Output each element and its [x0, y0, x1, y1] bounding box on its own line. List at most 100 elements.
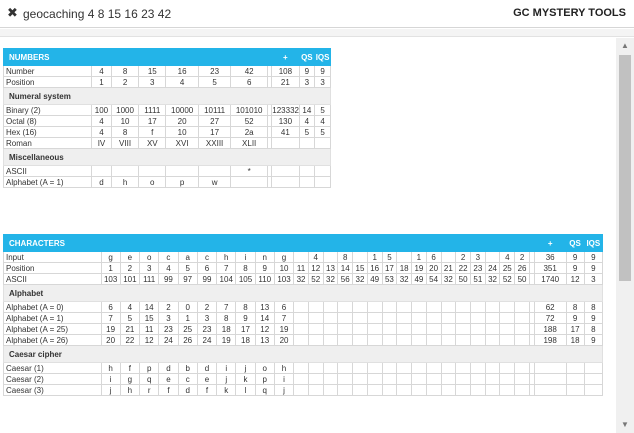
value-cell: 4: [158, 262, 179, 274]
value-cell: o: [138, 176, 167, 188]
value-cell: [322, 323, 339, 335]
value-cell: 0: [177, 301, 198, 313]
value-cell: XXIII: [197, 137, 232, 149]
close-icon[interactable]: ✖: [7, 6, 18, 20]
value-cell: IV: [91, 137, 112, 149]
value-cell: h: [110, 176, 140, 188]
title-bar: ✖ geocaching 4 8 15 16 23 42 GC MYSTERY …: [0, 0, 634, 28]
qs-cell: [565, 362, 585, 374]
value-cell: 12: [307, 262, 324, 274]
row-label: Position: [2, 76, 93, 88]
value-cell: [469, 301, 486, 313]
value-cell: 24: [158, 334, 179, 346]
value-cell: 42: [230, 65, 268, 77]
value-cell: 2: [158, 301, 179, 313]
value-cell: 3: [138, 76, 167, 88]
scroll-up-icon[interactable]: ▲: [616, 38, 634, 54]
row-label: Alphabet (A = 25): [3, 323, 102, 335]
value-cell: [293, 301, 309, 313]
qs-cell: 14: [298, 104, 316, 116]
numbers-table: NUMBERS + QS IQS Number 4 8 15 16 23 42 108 9 9 Positi…: [2, 48, 331, 188]
value-cell: [411, 312, 427, 324]
qs-cell: [298, 176, 316, 188]
numbers-header: NUMBERS + QS IQS: [2, 48, 331, 66]
value-cell: 50: [455, 273, 471, 285]
value-cell: [455, 373, 471, 385]
value-cell: [484, 384, 501, 396]
table-row: Hex (16) 4 8 f 10 17 2a 41 5 5: [2, 126, 331, 138]
value-cell: [514, 323, 530, 335]
value-cell: [381, 323, 398, 335]
value-cell: p: [139, 362, 160, 374]
value-cell: [469, 334, 486, 346]
scrollbar-thumb[interactable]: [619, 55, 631, 281]
value-cell: [469, 323, 486, 335]
value-cell: [381, 301, 398, 313]
qs-cell: 18: [565, 334, 585, 346]
value-cell: [366, 312, 383, 324]
value-cell: [352, 323, 368, 335]
table-row: Position 1 2 3 4 5 6 7 8 9 10 11 12 13 14 15 16 17 18 19 20 2…: [3, 262, 604, 274]
value-cell: 23: [158, 323, 179, 335]
value-cell: h: [100, 362, 121, 374]
value-cell: 15: [352, 262, 368, 274]
value-cell: i: [100, 373, 121, 385]
qs-cell: 17: [565, 323, 585, 335]
value-cell: 8: [235, 262, 256, 274]
value-cell: 1: [366, 251, 383, 263]
value-cell: f: [119, 362, 141, 374]
value-cell: [499, 301, 516, 313]
vertical-scrollbar[interactable]: ▲ ▼: [616, 38, 634, 433]
value-cell: [293, 251, 309, 263]
table-row: Alphabet (A = 1) d h o p w: [2, 176, 331, 188]
value-cell: [352, 373, 368, 385]
value-cell: [440, 373, 457, 385]
value-cell: [455, 312, 471, 324]
value-cell: 26: [514, 262, 530, 274]
value-cell: 2a: [230, 126, 268, 138]
value-cell: 4: [91, 126, 112, 138]
value-cell: 5: [177, 262, 198, 274]
value-cell: [514, 334, 530, 346]
value-cell: [514, 362, 530, 374]
table-row: Alphabet (A = 26) 20 22 12 24 26 24 19 18 13 20 198…: [3, 334, 604, 346]
sum-column-header: +: [533, 234, 567, 252]
iqs-cell: 3: [583, 273, 604, 285]
value-cell: 110: [254, 273, 275, 285]
qs-cell: [298, 137, 316, 149]
value-cell: [91, 165, 112, 177]
subsection-title: Miscellaneous: [3, 148, 331, 166]
value-cell: [411, 301, 427, 313]
value-cell: [396, 384, 413, 396]
iqs-cell: 5: [314, 104, 331, 116]
value-cell: 5: [119, 312, 141, 324]
value-cell: q: [254, 384, 275, 396]
value-cell: [425, 334, 442, 346]
value-cell: g: [119, 373, 141, 385]
value-cell: [469, 312, 486, 324]
value-cell: b: [177, 362, 198, 374]
value-cell: 18: [216, 323, 237, 335]
value-cell: 9: [254, 262, 275, 274]
value-cell: XV: [138, 137, 167, 149]
value-cell: 20: [273, 334, 295, 346]
value-cell: [514, 301, 530, 313]
value-cell: [411, 384, 427, 396]
subsection-header: Alphabet: [3, 284, 603, 302]
qs-cell: 9: [565, 312, 585, 324]
value-cell: 8: [110, 126, 140, 138]
content-area[interactable]: NUMBERS + QS IQS Number 4 8 15 16 23 42 108 9 9 Positi…: [0, 38, 616, 433]
value-cell: 99: [158, 273, 179, 285]
value-cell: 8: [110, 65, 140, 77]
value-cell: 25: [177, 323, 198, 335]
iqs-cell: 9: [583, 334, 604, 346]
value-cell: [322, 251, 339, 263]
table-row: Alphabet (A = 1) 7 5 15 3 1 3 8 9 14 7 72 9 9: [3, 312, 604, 324]
value-cell: l: [235, 384, 256, 396]
value-cell: o: [254, 362, 275, 374]
table-row: Caesar (1) h f p d b d i j o h: [3, 362, 604, 374]
scroll-down-icon[interactable]: ▼: [616, 417, 634, 433]
value-cell: f: [196, 384, 218, 396]
value-cell: [440, 323, 457, 335]
value-cell: p: [165, 176, 199, 188]
